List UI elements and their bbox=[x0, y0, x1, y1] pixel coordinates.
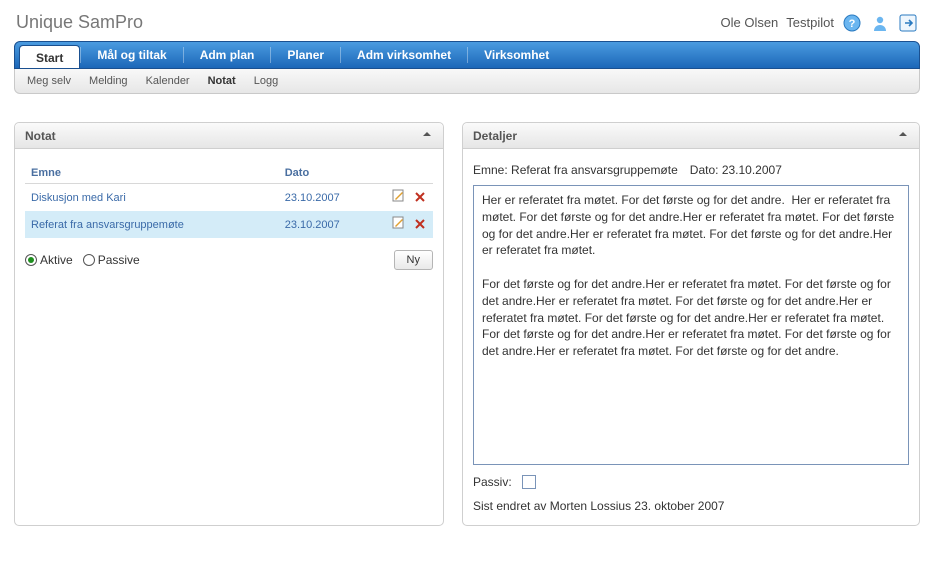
emne-label: Emne: bbox=[473, 163, 508, 177]
radio-dot-icon bbox=[83, 254, 95, 266]
user-name: Ole Olsen bbox=[720, 15, 778, 30]
emne-value: Referat fra ansvarsgruppemøte bbox=[511, 163, 678, 177]
tab-adm-plan[interactable]: Adm plan bbox=[184, 42, 271, 68]
col-emne[interactable]: Emne bbox=[25, 163, 279, 184]
dato-field: Dato: 23.10.2007 bbox=[690, 163, 782, 177]
collapse-icon[interactable] bbox=[897, 128, 909, 143]
help-icon[interactable]: ? bbox=[842, 13, 862, 33]
tab-mal-og-tiltak[interactable]: Mål og tiltak bbox=[81, 42, 182, 68]
subtab-kalender[interactable]: Kalender bbox=[146, 75, 190, 87]
collapse-icon[interactable] bbox=[421, 128, 433, 143]
person-icon[interactable] bbox=[870, 13, 890, 33]
detaljer-panel: Detaljer Emne: Referat fra ansvarsgruppe… bbox=[462, 122, 920, 526]
table-row[interactable]: Diskusjon med Kari 23.10.2007 bbox=[25, 184, 433, 212]
table-row[interactable]: Referat fra ansvarsgruppemøte 23.10.2007 bbox=[25, 211, 433, 238]
radio-label: Aktive bbox=[40, 253, 73, 267]
sub-tab-bar: Meg selv Melding Kalender Notat Logg bbox=[14, 69, 920, 94]
radio-dot-icon bbox=[25, 254, 37, 266]
svg-text:?: ? bbox=[849, 18, 856, 30]
filter-radios: Aktive Passive bbox=[25, 253, 140, 267]
col-actions bbox=[382, 163, 433, 184]
tab-label: Mål og tiltak bbox=[97, 48, 166, 62]
header: Unique SamPro Ole Olsen Testpilot ? bbox=[14, 10, 920, 41]
detaljer-panel-body: Emne: Referat fra ansvarsgruppemøte Dato… bbox=[463, 149, 919, 525]
notat-panel-body: Emne Dato Diskusjon med Kari 23.10.2007 bbox=[15, 149, 443, 282]
tab-planer[interactable]: Planer bbox=[271, 42, 340, 68]
row-dato: 23.10.2007 bbox=[279, 184, 382, 212]
tab-bar: Start Mål og tiltak Adm plan Planer Adm … bbox=[14, 41, 920, 69]
content: Notat Emne Dato Dis bbox=[14, 122, 920, 526]
row-dato: 23.10.2007 bbox=[279, 211, 382, 238]
exit-icon[interactable] bbox=[898, 13, 918, 33]
tab-label: Adm virksomhet bbox=[357, 48, 451, 62]
col-dato[interactable]: Dato bbox=[279, 163, 382, 184]
app-root: Unique SamPro Ole Olsen Testpilot ? Star… bbox=[0, 0, 934, 536]
panel-title: Detaljer bbox=[473, 129, 517, 143]
edit-icon[interactable] bbox=[392, 189, 406, 203]
tab-label: Start bbox=[36, 51, 63, 65]
detaljer-panel-header: Detaljer bbox=[463, 123, 919, 149]
tab-label: Adm plan bbox=[200, 48, 255, 62]
delete-icon[interactable] bbox=[413, 190, 427, 204]
delete-icon[interactable] bbox=[413, 217, 427, 231]
passive-row: Passiv: bbox=[473, 475, 909, 489]
edit-icon[interactable] bbox=[392, 216, 406, 230]
detail-meta: Emne: Referat fra ansvarsgruppemøte Dato… bbox=[473, 163, 909, 177]
dato-label: Dato: bbox=[690, 163, 719, 177]
user-role: Testpilot bbox=[786, 15, 834, 30]
radio-label: Passive bbox=[98, 253, 140, 267]
subtab-melding[interactable]: Melding bbox=[89, 75, 128, 87]
subtab-logg[interactable]: Logg bbox=[254, 75, 278, 87]
passive-checkbox[interactable] bbox=[522, 475, 536, 489]
detail-textarea[interactable]: Her er referatet fra møtet. For det førs… bbox=[473, 185, 909, 465]
notat-table: Emne Dato Diskusjon med Kari 23.10.2007 bbox=[25, 163, 433, 238]
radio-aktive[interactable]: Aktive bbox=[25, 253, 73, 267]
app-title: Unique SamPro bbox=[16, 12, 143, 33]
row-emne[interactable]: Diskusjon med Kari bbox=[31, 192, 126, 204]
dato-value: 23.10.2007 bbox=[722, 163, 782, 177]
notat-panel-header: Notat bbox=[15, 123, 443, 149]
tab-start[interactable]: Start bbox=[19, 45, 80, 69]
notat-panel: Notat Emne Dato Dis bbox=[14, 122, 444, 526]
tab-label: Virksomhet bbox=[484, 48, 549, 62]
subtab-notat[interactable]: Notat bbox=[208, 75, 236, 87]
radio-passive[interactable]: Passive bbox=[83, 253, 140, 267]
subtab-meg-selv[interactable]: Meg selv bbox=[27, 75, 71, 87]
new-button[interactable]: Ny bbox=[394, 250, 433, 270]
header-right: Ole Olsen Testpilot ? bbox=[720, 13, 918, 33]
last-modified: Sist endret av Morten Lossius 23. oktobe… bbox=[473, 499, 909, 513]
tab-adm-virksomhet[interactable]: Adm virksomhet bbox=[341, 42, 467, 68]
passive-label: Passiv: bbox=[473, 475, 512, 489]
row-emne[interactable]: Referat fra ansvarsgruppemøte bbox=[31, 219, 184, 231]
emne-field: Emne: Referat fra ansvarsgruppemøte bbox=[473, 163, 678, 177]
notat-controls: Aktive Passive Ny bbox=[25, 250, 433, 270]
tab-label: Planer bbox=[287, 48, 324, 62]
tab-virksomhet[interactable]: Virksomhet bbox=[468, 42, 565, 68]
panel-title: Notat bbox=[25, 129, 56, 143]
